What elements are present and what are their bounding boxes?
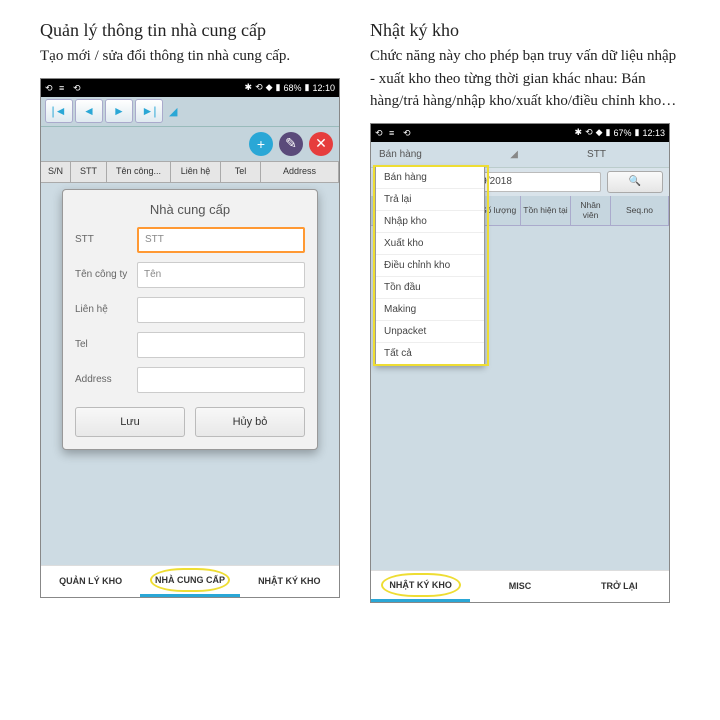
sync-icon: ⟲	[45, 83, 55, 93]
left-column: Quản lý thông tin nhà cung cấp Tạo mới /…	[40, 20, 350, 603]
field-label-tel: Tel	[75, 339, 137, 350]
battery-text: 68%	[284, 83, 302, 93]
left-phone: ⟲ ≡ ⟲ ✱ ⟲ ◆ ▮ 68% ▮ 12:10 |◄ ◄ ► ►|	[40, 78, 340, 598]
company-input[interactable]: Tên	[137, 262, 305, 288]
opt-export[interactable]: Xuất kho	[376, 233, 484, 255]
signal-icon: ▮	[606, 127, 611, 138]
dropdown-caret-icon[interactable]: ◢	[165, 105, 177, 118]
nav-last-button[interactable]: ►|	[135, 99, 163, 123]
wifi-icon: ◆	[596, 127, 603, 138]
app-icon: ≡	[389, 128, 399, 138]
type-select[interactable]: Bán hàng ◢	[371, 149, 524, 160]
add-button[interactable]: +	[249, 132, 273, 156]
opt-adjust[interactable]: Điều chỉnh kho	[376, 255, 484, 277]
nav-toolbar: |◄ ◄ ► ►| ◢	[41, 97, 339, 127]
th-stt: STT	[71, 162, 107, 182]
tab-warehouse-log[interactable]: NHẬT KÝ KHO	[240, 566, 339, 597]
search-icon: 🔍	[629, 176, 641, 187]
right-heading: Nhật ký kho	[370, 20, 680, 41]
signal-icon: ▮	[276, 82, 281, 93]
tel-input[interactable]	[137, 332, 305, 358]
field-label-company: Tên công ty	[75, 269, 137, 280]
left-heading: Quản lý thông tin nhà cung cấp	[40, 20, 350, 41]
app-icon: ≡	[59, 83, 69, 93]
sync2-icon: ⟲	[403, 128, 413, 138]
tab-supplier[interactable]: NHÀ CUNG CẤP	[140, 566, 239, 597]
status-bar-right: ⟲ ≡ ⟲ ✱ ⟲ ◆ ▮ 67% ▮ 12:13	[371, 124, 669, 142]
stt-header: STT	[524, 149, 669, 160]
th-address: Address	[261, 162, 339, 182]
th-tel: Tel	[221, 162, 261, 182]
filter-row: Bán hàng ◢ STT	[371, 142, 669, 168]
field-row-company: Tên công ty Tên	[75, 262, 305, 288]
nav-prev-button[interactable]: ◄	[75, 99, 103, 123]
th-company: Tên công...	[107, 162, 171, 182]
address-input[interactable]	[137, 367, 305, 393]
tab-back[interactable]: TRỞ LẠI	[570, 571, 669, 602]
stt-input[interactable]: STT	[137, 227, 305, 253]
bottom-tabs-right: NHẬT KÝ KHO MISC TRỞ LẠI	[371, 570, 669, 602]
type-select-value: Bán hàng	[379, 149, 422, 160]
field-row-tel: Tel	[75, 332, 305, 358]
tab-warehouse-mgmt[interactable]: QUẢN LÝ KHO	[41, 566, 140, 597]
opt-making[interactable]: Making	[376, 299, 484, 321]
opt-sale[interactable]: Bán hàng	[376, 167, 484, 189]
th-contact: Liên hệ	[171, 162, 221, 182]
action-row: + ✎ ✕	[41, 127, 339, 161]
opt-unpacket[interactable]: Unpacket	[376, 321, 484, 343]
dialog-overlay: Nhà cung cấp STT STT Tên công ty Tên Liê…	[41, 185, 339, 561]
left-subheading: Tạo mới / sửa đổi thông tin nhà cung cấp…	[40, 45, 350, 68]
supplier-dialog: Nhà cung cấp STT STT Tên công ty Tên Liê…	[62, 189, 318, 450]
th-stock: Tồn hiện tại	[521, 196, 571, 225]
nav-first-button[interactable]: |◄	[45, 99, 73, 123]
sync3-icon: ⟲	[585, 127, 593, 138]
sync3-icon: ⟲	[255, 82, 263, 93]
bluetooth-icon: ✱	[245, 82, 253, 93]
field-row-stt: STT STT	[75, 227, 305, 253]
right-phone: ⟲ ≡ ⟲ ✱ ⟲ ◆ ▮ 67% ▮ 12:13 Bán hàng ◢	[370, 123, 670, 603]
chevron-down-icon: ◢	[510, 149, 524, 160]
tab-log[interactable]: NHẬT KÝ KHO	[371, 571, 470, 602]
battery-text: 67%	[614, 128, 632, 138]
opt-all[interactable]: Tất cả	[376, 343, 484, 364]
sync2-icon: ⟲	[73, 83, 83, 93]
delete-button[interactable]: ✕	[309, 132, 333, 156]
bottom-tabs-left: QUẢN LÝ KHO NHÀ CUNG CẤP NHẬT KÝ KHO	[41, 565, 339, 597]
search-button[interactable]: 🔍	[607, 171, 663, 193]
type-dropdown: Bán hàng Trả lại Nhập kho Xuất kho Điều …	[375, 166, 485, 365]
opt-import[interactable]: Nhập kho	[376, 211, 484, 233]
opt-return[interactable]: Trả lại	[376, 189, 484, 211]
clock-text: 12:10	[312, 83, 335, 93]
edit-button[interactable]: ✎	[279, 132, 303, 156]
right-subheading: Chức năng này cho phép bạn truy vấn dữ l…	[370, 45, 680, 113]
tab-misc[interactable]: MISC	[470, 571, 569, 602]
th-seq: Seq.no	[611, 196, 669, 225]
field-row-contact: Liên hệ	[75, 297, 305, 323]
save-button[interactable]: Lưu	[75, 407, 185, 437]
bluetooth-icon: ✱	[575, 127, 583, 138]
tab-supplier-label: NHÀ CUNG CẤP	[155, 575, 225, 585]
th-staff: Nhân viên	[571, 196, 611, 225]
battery-icon: ▮	[635, 127, 640, 138]
th-sn: S/N	[41, 162, 71, 182]
right-column: Nhật ký kho Chức năng này cho phép bạn t…	[370, 20, 680, 603]
field-label-stt: STT	[75, 234, 137, 245]
sync-icon: ⟲	[375, 128, 385, 138]
dialog-title: Nhà cung cấp	[75, 198, 305, 227]
nav-next-button[interactable]: ►	[105, 99, 133, 123]
battery-icon: ▮	[305, 82, 310, 93]
cancel-button[interactable]: Hủy bỏ	[195, 407, 305, 437]
opt-opening[interactable]: Tồn đầu	[376, 277, 484, 299]
field-label-address: Address	[75, 374, 137, 385]
contact-input[interactable]	[137, 297, 305, 323]
supplier-table-header: S/N STT Tên công... Liên hệ Tel Address	[41, 161, 339, 183]
wifi-icon: ◆	[266, 82, 273, 93]
tab-log-label: NHẬT KÝ KHO	[389, 580, 452, 590]
clock-text: 12:13	[642, 128, 665, 138]
field-label-contact: Liên hệ	[75, 304, 137, 315]
field-row-address: Address	[75, 367, 305, 393]
status-bar: ⟲ ≡ ⟲ ✱ ⟲ ◆ ▮ 68% ▮ 12:10	[41, 79, 339, 97]
